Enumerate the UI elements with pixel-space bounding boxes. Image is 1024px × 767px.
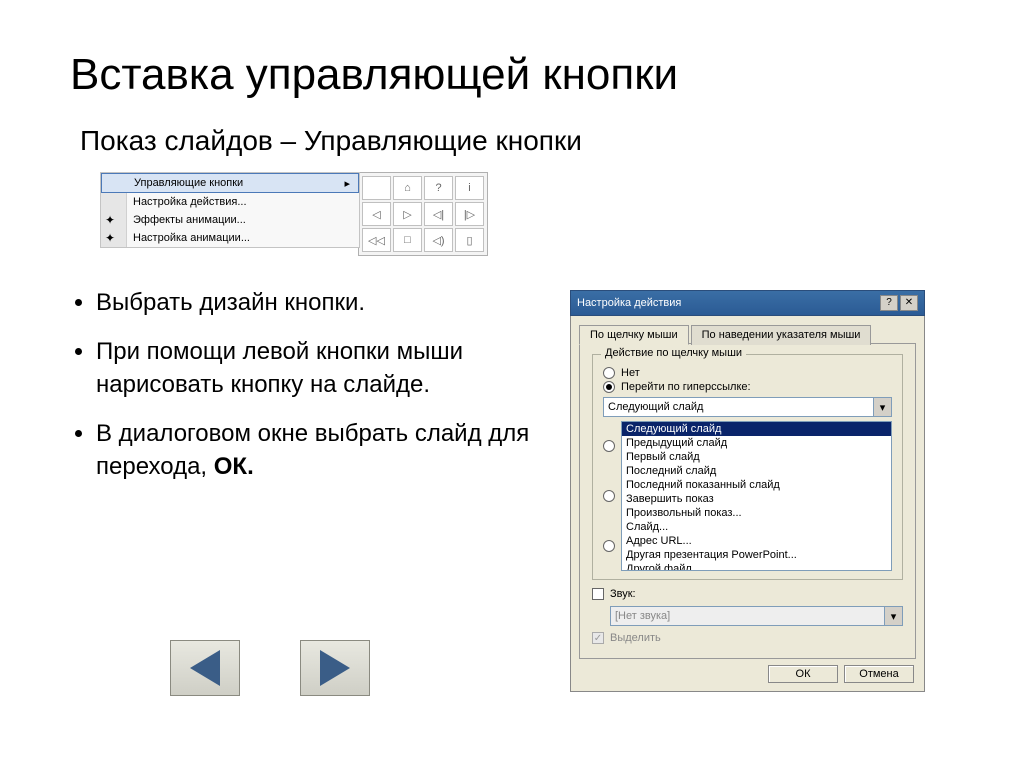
hyperlink-combo[interactable]: Следующий слайд ▾: [603, 397, 892, 417]
prev-slide-button[interactable]: [170, 640, 240, 696]
menu-item-action-buttons[interactable]: Управляющие кнопки ▸: [101, 173, 359, 193]
list-option[interactable]: Последний показанный слайд: [622, 478, 891, 492]
menu-item-animation-effects[interactable]: ✦ Эффекты анимации...: [101, 211, 359, 229]
list-option[interactable]: Другой файл...: [622, 562, 891, 571]
list-item: При помощи левой кнопки мыши нарисовать …: [96, 335, 550, 402]
hyperlink-listbox[interactable]: Следующий слайд Предыдущий слайд Первый …: [621, 421, 892, 571]
radio-icon[interactable]: [603, 540, 615, 552]
cancel-button[interactable]: Отмена: [844, 665, 914, 683]
bullet-list: Выбрать дизайн кнопки. При помощи левой …: [70, 286, 550, 484]
next-slide-button[interactable]: [300, 640, 370, 696]
placeholder-icon: [105, 195, 121, 211]
checkbox-icon: [592, 588, 604, 600]
menu-preview-row: Управляющие кнопки ▸ Настройка действия.…: [70, 172, 954, 256]
menu-item-label: Настройка анимации...: [133, 232, 250, 244]
list-option[interactable]: Другая презентация PowerPoint...: [622, 548, 891, 562]
dialog-body: По щелчку мыши По наведении указателя мы…: [570, 316, 925, 692]
star-icon: ✦: [105, 231, 121, 247]
placeholder-icon: [106, 176, 122, 192]
sound-checkbox-row[interactable]: Звук:: [592, 588, 903, 600]
action-settings-dialog: Настройка действия ? ✕ По щелчку мыши По…: [570, 290, 925, 692]
list-option[interactable]: Произвольный показ...: [622, 506, 891, 520]
palette-button[interactable]: ▯: [455, 228, 484, 252]
sound-combo: [Нет звука] ▾: [610, 606, 903, 626]
list-option[interactable]: Завершить показ: [622, 492, 891, 506]
tab-click[interactable]: По щелчку мыши: [579, 325, 689, 345]
help-button[interactable]: ?: [880, 295, 898, 311]
palette-button[interactable]: ◁): [424, 228, 453, 252]
palette-button[interactable]: ?: [424, 176, 453, 200]
ok-button[interactable]: ОК: [768, 665, 838, 683]
list-option[interactable]: Слайд...: [622, 520, 891, 534]
list-option[interactable]: Первый слайд: [622, 450, 891, 464]
dialog-title: Настройка действия: [577, 297, 681, 309]
chevron-down-icon: ▾: [873, 398, 891, 416]
palette-button[interactable]: |▷: [455, 202, 484, 226]
menu-item-label: Управляющие кнопки: [134, 177, 243, 189]
star-icon: ✦: [105, 213, 121, 229]
sound-label: Звук:: [610, 588, 636, 600]
palette-button[interactable]: [362, 176, 391, 200]
groupbox-title: Действие по щелчку мыши: [601, 347, 746, 359]
submenu-arrow-icon: ▸: [344, 177, 350, 190]
list-option[interactable]: Предыдущий слайд: [622, 436, 891, 450]
list-item: В диалоговом окне выбрать слайд для пере…: [96, 417, 550, 484]
radio-label: Нет: [621, 367, 640, 379]
tab-pane: Действие по щелчку мыши Нет Перейти по г…: [579, 343, 916, 659]
subtitle: Показ слайдов – Управляющие кнопки: [80, 125, 954, 157]
action-button-palette: ⌂ ? i ◁ ▷ ◁| |▷ ◁◁ □ ◁) ▯: [358, 172, 488, 256]
menu-item-label: Эффекты анимации...: [133, 214, 246, 226]
list-option[interactable]: Адрес URL...: [622, 534, 891, 548]
context-menu: Управляющие кнопки ▸ Настройка действия.…: [100, 172, 360, 248]
list-option[interactable]: Следующий слайд: [622, 422, 891, 436]
tab-hover[interactable]: По наведении указателя мыши: [691, 325, 872, 345]
close-button[interactable]: ✕: [900, 295, 918, 311]
checkbox-icon: ✓: [592, 632, 604, 644]
action-groupbox: Действие по щелчку мыши Нет Перейти по г…: [592, 354, 903, 580]
page-title: Вставка управляющей кнопки: [70, 50, 954, 100]
chevron-down-icon: ▾: [884, 607, 902, 625]
menu-item-animation-settings[interactable]: ✦ Настройка анимации...: [101, 229, 359, 247]
dialog-titlebar[interactable]: Настройка действия ? ✕: [570, 290, 925, 316]
list-item: Выбрать дизайн кнопки.: [96, 286, 550, 320]
dialog-button-row: ОК Отмена: [579, 659, 916, 683]
radio-label: Перейти по гиперссылке:: [621, 381, 751, 393]
palette-button[interactable]: □: [393, 228, 422, 252]
list-option[interactable]: Последний слайд: [622, 464, 891, 478]
nav-buttons: [170, 640, 370, 696]
combo-value: Следующий слайд: [608, 401, 703, 413]
radio-icon[interactable]: [603, 440, 615, 452]
radio-icon: [603, 381, 615, 393]
menu-item-action-settings[interactable]: Настройка действия...: [101, 193, 359, 211]
menu-item-label: Настройка действия...: [133, 196, 247, 208]
list-item-bold: ОК.: [214, 453, 254, 480]
palette-button[interactable]: ◁◁: [362, 228, 391, 252]
list-item-text: В диалоговом окне выбрать слайд для пере…: [96, 420, 529, 481]
palette-button[interactable]: ▷: [393, 202, 422, 226]
highlight-label: Выделить: [610, 632, 661, 644]
highlight-checkbox-row: ✓ Выделить: [592, 632, 903, 644]
combo-value: [Нет звука]: [615, 610, 670, 622]
radio-icon[interactable]: [603, 490, 615, 502]
palette-button[interactable]: ⌂: [393, 176, 422, 200]
radio-hyperlink-row[interactable]: Перейти по гиперссылке:: [603, 381, 892, 393]
radio-icon: [603, 367, 615, 379]
palette-button[interactable]: i: [455, 176, 484, 200]
radio-none-row[interactable]: Нет: [603, 367, 892, 379]
triangle-right-icon: [320, 650, 350, 686]
palette-button[interactable]: ◁: [362, 202, 391, 226]
triangle-left-icon: [190, 650, 220, 686]
tab-strip: По щелчку мыши По наведении указателя мы…: [579, 324, 916, 344]
palette-button[interactable]: ◁|: [424, 202, 453, 226]
